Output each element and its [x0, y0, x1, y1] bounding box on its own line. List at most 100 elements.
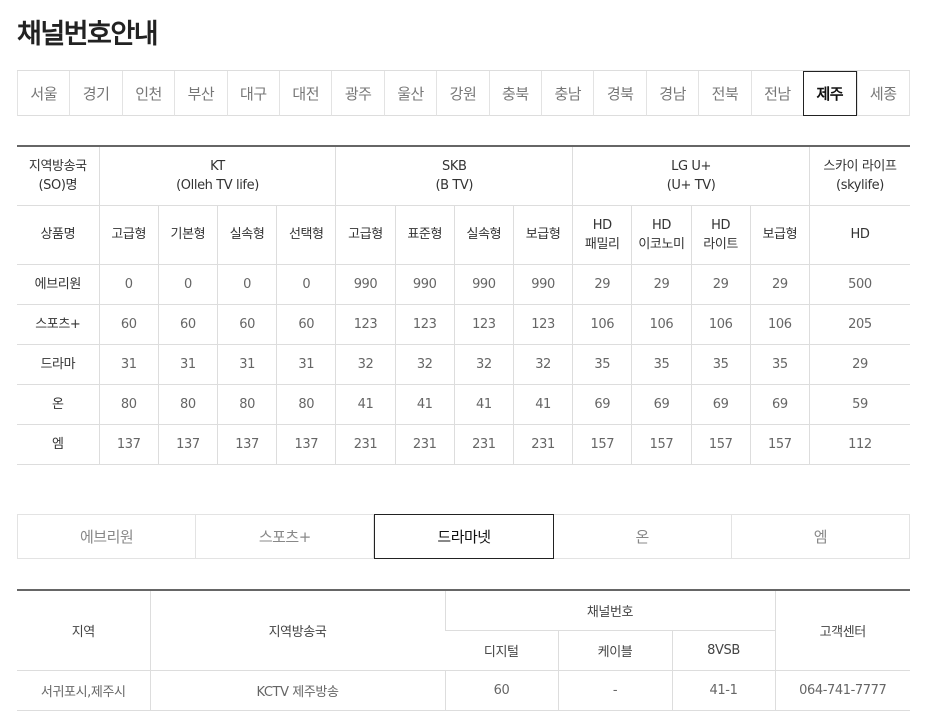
page-title: 채널번호안내 [17, 19, 159, 50]
lgu-product-line1: HD [711, 217, 731, 233]
table-row: 엠 137 137 137 137 231 231 231 231 157 157 157 157 112 [17, 424, 910, 465]
so-header-line2: (SO)명 [38, 177, 78, 193]
channel-number-cell: 29 [631, 264, 692, 305]
channel-number-cell: 231 [453, 424, 514, 465]
region-header: 지역 [17, 590, 150, 671]
region-tab[interactable]: 제주 [803, 71, 857, 116]
channel-number-cell: 35 [631, 344, 692, 385]
region-tab[interactable]: 대구 [226, 71, 280, 116]
channel-tab[interactable]: 드라마넷 [374, 514, 554, 559]
channel-number-cell: 990 [335, 264, 396, 305]
region-tab[interactable]: 서울 [17, 71, 70, 116]
channel-number-cell: 31 [157, 344, 218, 385]
kt-header: KT (Olleh TV life) [98, 146, 336, 206]
channel-number-cell: 41 [394, 384, 455, 425]
channel-number-cell: 106 [690, 304, 751, 345]
region-tab[interactable]: 인천 [121, 71, 175, 116]
skb-product-header: 실속형 [453, 205, 514, 265]
lgu-product-line2: 라이트 [703, 236, 738, 252]
channel-number-cell: 112 [808, 424, 910, 465]
channel-number-cell: 231 [512, 424, 573, 465]
region-tab[interactable]: 부산 [174, 71, 227, 116]
station-info-table: 지역 지역방송국 채널번호 고객센터 디지털 케이블 8VSB 서귀포시,제주시… [17, 589, 910, 711]
channel-number-cell: 990 [512, 264, 573, 305]
channel-number-cell: 80 [216, 384, 277, 425]
skb-header: SKB (B TV) [335, 146, 573, 206]
8vsb-header: 8VSB [671, 630, 775, 671]
region-tab[interactable]: 경남 [645, 71, 699, 116]
channel-number-cell: 0 [276, 264, 336, 305]
region-tab[interactable]: 전북 [698, 71, 751, 116]
channel-number-cell: 60 [216, 304, 277, 345]
region-tab[interactable]: 대전 [279, 71, 332, 116]
channel-tab[interactable]: 엠 [731, 514, 911, 559]
phone-cell: 064-741-7777 [774, 670, 910, 711]
region-tab[interactable]: 광주 [331, 71, 384, 116]
channel-number-cell: 231 [335, 424, 396, 465]
region-cell: 서귀포시,제주시 [17, 670, 150, 711]
channel-tab[interactable]: 에브리원 [17, 514, 197, 559]
kt-header-line2: (Olleh TV life) [176, 177, 259, 193]
channel-number-cell: 29 [690, 264, 751, 305]
channel-number-cell: 60 [98, 304, 159, 345]
channel-number-cell: 990 [394, 264, 455, 305]
channel-number-cell: 157 [749, 424, 810, 465]
lgu-product-header: HD 이코노미 [631, 205, 692, 265]
channel-number-cell: 0 [98, 264, 159, 305]
channel-number-cell: 137 [216, 424, 277, 465]
kt-product-header: 실속형 [216, 205, 277, 265]
channel-number-cell: 157 [572, 424, 632, 465]
table-row: 서귀포시,제주시 KCTV 제주방송 60-41-1 064-741-7777 [17, 670, 910, 711]
lgu-header: LG U+ (U+ TV) [572, 146, 810, 206]
channel-number-cell: 29 [808, 344, 910, 385]
so-header: 지역방송국 (SO)명 [17, 146, 100, 206]
skb-header-line2: (B TV) [435, 177, 474, 193]
lgu-product-line2: 패밀리 [584, 236, 620, 252]
8vsb-cell: 41-1 [671, 670, 775, 711]
channel-name-cell: 에브리원 [17, 264, 100, 305]
channel-number-cell: 106 [572, 304, 632, 345]
channel-number-cell: 80 [157, 384, 218, 425]
region-tab[interactable]: 강원 [436, 71, 489, 116]
channel-tabs: 에브리원 스포츠+ 드라마넷 온 엠 [17, 514, 911, 559]
channel-number-cell: 32 [453, 344, 514, 385]
region-tab[interactable]: 경기 [69, 71, 122, 116]
kt-header-line1: KT [210, 158, 225, 174]
channel-tab[interactable]: 스포츠+ [196, 514, 375, 559]
skylife-header: 스카이 라이프 (skylife) [808, 146, 910, 206]
kt-product-header: 선택형 [276, 205, 336, 265]
channel-number-header: 채널번호 [444, 590, 775, 631]
table-row: 온 80 80 80 80 41 41 41 41 69 69 69 69 59 [17, 384, 910, 425]
channel-number-cell: 137 [157, 424, 218, 465]
region-tab[interactable]: 세종 [856, 71, 910, 116]
skylife-header-line2: (skylife) [836, 177, 884, 193]
skb-product-header: 표준형 [394, 205, 455, 265]
region-tab[interactable]: 경북 [593, 71, 646, 116]
channel-name-cell: 스포츠+ [17, 304, 100, 345]
region-tab[interactable]: 울산 [383, 71, 437, 116]
region-tab[interactable]: 전남 [750, 71, 804, 116]
lgu-product-header: 보급형 [749, 205, 810, 265]
channel-number-cell: 80 [98, 384, 159, 425]
skb-product-header: 고급형 [335, 205, 396, 265]
product-name-header: 상품명 [17, 205, 100, 265]
region-tab[interactable]: 충남 [541, 71, 594, 116]
table-row: 에브리원 0 0 0 0 990 990 990 990 29 29 29 29 500 [17, 264, 910, 305]
channel-number-cell: 500 [808, 264, 910, 305]
channel-number-cell: 123 [453, 304, 514, 345]
channel-number-cell: 123 [394, 304, 455, 345]
digital-header: 디지털 [445, 630, 558, 671]
channel-number-cell: 0 [216, 264, 277, 305]
channel-number-cell: 29 [749, 264, 810, 305]
channel-number-cell: 32 [394, 344, 455, 385]
lgu-header-line2: (U+ TV) [666, 177, 716, 193]
channel-number-cell: 69 [690, 384, 751, 425]
skb-product-header: 보급형 [512, 205, 573, 265]
channel-number-cell: 123 [512, 304, 573, 345]
channel-number-cell: 60 [157, 304, 218, 345]
region-tab[interactable]: 충북 [488, 71, 542, 116]
channel-number-cell: 60 [276, 304, 336, 345]
channel-tab[interactable]: 온 [553, 514, 732, 559]
channel-number-cell: 29 [572, 264, 632, 305]
digital-cell: 60 [444, 670, 558, 711]
